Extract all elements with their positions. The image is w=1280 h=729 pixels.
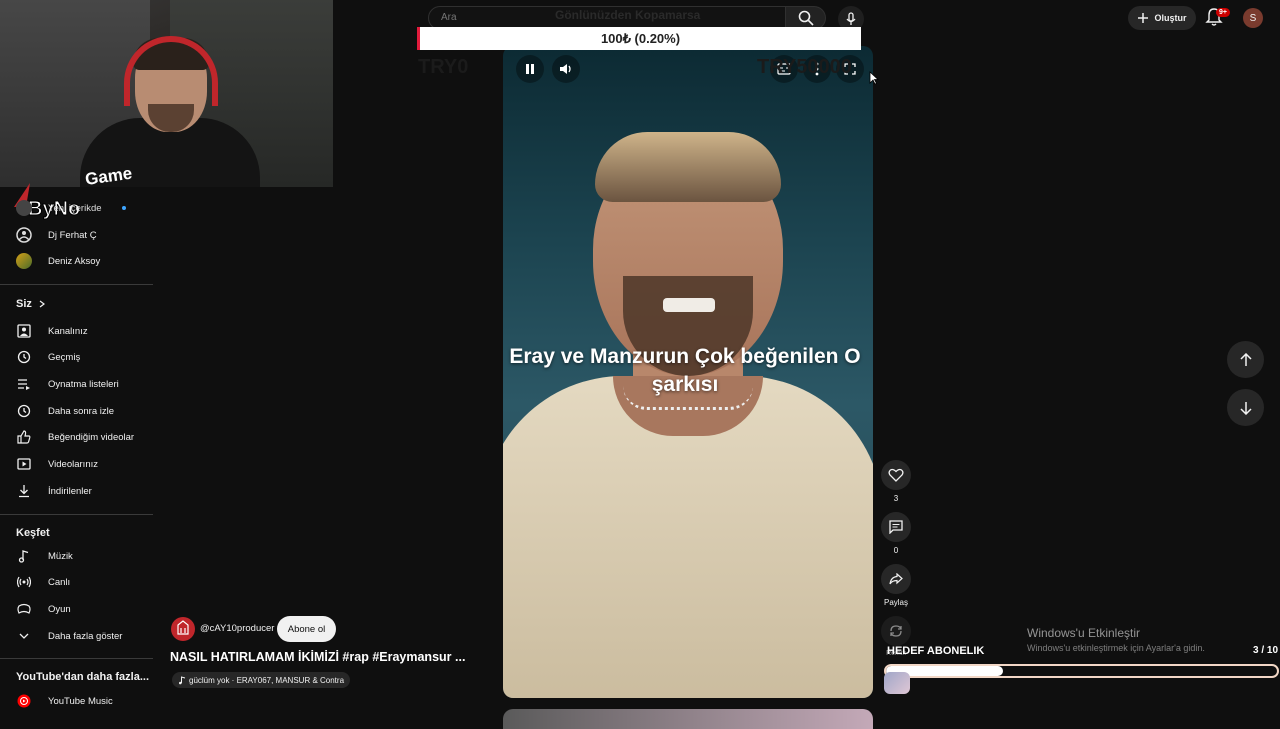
like-button[interactable] [881, 460, 911, 490]
windows-activation-subtitle: Windows'u etkinleştirmek için Ayarlar'a … [1027, 643, 1205, 653]
video-title[interactable]: NASIL HATIRLAMAM İKİMİZİ #rap #Eraymansu… [170, 650, 465, 664]
heart-icon [888, 468, 904, 482]
sidebar-item-gaming[interactable]: Oyun [0, 596, 153, 622]
sidebar-sub-2[interactable]: Deniz Aksoy [0, 248, 153, 274]
comment-count: 0 [893, 546, 899, 555]
section-more-title: YouTube'dan daha fazla... [16, 671, 149, 683]
music-chip[interactable]: güclüm yok · ERAY067, MANSUR & Contra [172, 672, 351, 688]
profile-avatar[interactable]: S [1243, 8, 1263, 28]
donation-current: TRY0 [418, 56, 469, 78]
comment-icon [889, 520, 903, 534]
sidebar-item-history[interactable]: Geçmiş [0, 344, 153, 370]
goal-title: HEDEF ABONELIK [887, 645, 985, 657]
sidebar-sub-1[interactable]: Dj Ferhat Ç [0, 222, 153, 248]
arrow-down-icon [1239, 401, 1252, 415]
history-icon [16, 349, 32, 365]
subscribe-button[interactable]: Abone ol [277, 616, 336, 642]
sidebar-item-playlists[interactable]: Oynatma listeleri [0, 371, 153, 397]
windows-activation-title: Windows'u Etkinleştir [1027, 626, 1140, 640]
volume-button[interactable] [552, 55, 580, 83]
mouse-cursor-icon [869, 71, 879, 85]
playlist-icon [16, 376, 32, 392]
live-icon [16, 574, 32, 590]
sidebar-item-your-channel[interactable]: Kanalınız [0, 318, 153, 344]
sidebar-item-youtube-music[interactable]: YouTube Music [0, 688, 153, 714]
pause-button[interactable] [516, 55, 544, 83]
like-count: 3 [893, 494, 899, 503]
download-icon [16, 483, 32, 499]
sidebar-divider [0, 514, 153, 515]
gaming-icon [16, 601, 32, 617]
channel-avatar[interactable] [171, 617, 195, 641]
donation-target: TRY50000 [757, 56, 852, 78]
goal-progress-bar [884, 664, 1279, 678]
new-content-dot [121, 206, 126, 210]
notification-badge: 9+ [1216, 8, 1230, 17]
svg-text:Game: Game [84, 164, 133, 189]
share-button[interactable] [881, 564, 911, 594]
section-explore-title: Keşfet [16, 527, 50, 539]
sidebar-divider [0, 284, 153, 285]
chevron-right-icon [39, 300, 45, 308]
video-caption: Eray ve Manzurun Çok beğenilen O şarkısı [509, 345, 861, 396]
previous-short-button[interactable] [1227, 341, 1264, 378]
donation-alert: 100₺ (0.20%) [417, 27, 861, 50]
arrow-up-icon [1239, 352, 1252, 366]
sidebar-item-downloads[interactable]: İndirilenler [0, 478, 153, 504]
microphone-icon [846, 12, 856, 25]
video-icon [16, 456, 32, 472]
next-short-thumbnail[interactable] [503, 709, 873, 729]
sidebar-item-your-videos[interactable]: Videolarınız [0, 451, 153, 477]
remix-icon [890, 625, 902, 637]
share-label: Paylaş [883, 598, 908, 607]
channel-icon [16, 323, 32, 339]
music-note-icon [179, 675, 186, 684]
clock-icon [16, 403, 32, 419]
sidebar-item-watch-later[interactable]: Daha sonra izle [0, 398, 153, 424]
goal-count: 3 / 10 [1253, 645, 1279, 656]
next-short-button[interactable] [1227, 389, 1264, 426]
sidebar-sub-0[interactable]: Yeni içerikde [0, 195, 153, 221]
youtube-music-icon [16, 693, 32, 709]
comment-button[interactable] [881, 512, 911, 542]
remix-button[interactable] [881, 616, 911, 646]
thumbs-up-icon [16, 429, 32, 445]
goal-avatar [884, 672, 910, 694]
pause-icon [526, 64, 534, 74]
sidebar-item-live[interactable]: Canlı [0, 569, 153, 595]
channel-handle[interactable]: @cAY10producer [200, 623, 274, 634]
channel-avatar [16, 253, 32, 269]
sidebar-divider [0, 658, 153, 659]
share-icon [889, 573, 903, 585]
search-icon [798, 10, 814, 26]
plus-icon [1138, 13, 1149, 23]
webcam-overlay [0, 0, 333, 187]
sidebar-item-music[interactable]: Müzik [0, 543, 153, 569]
overlay-ghost-title: Gönlünüzden Kopamarsa [555, 8, 701, 22]
section-you-title[interactable]: Siz [16, 298, 46, 310]
sidebar-item-show-more[interactable]: Daha fazla göster [0, 623, 153, 649]
sidebar-item-liked-videos[interactable]: Beğendiğim videolar [0, 424, 153, 450]
music-icon [16, 548, 32, 564]
volume-icon [560, 64, 571, 74]
chevron-down-icon [16, 628, 32, 644]
create-button[interactable]: Oluştur [1128, 6, 1196, 30]
channel-avatar [16, 227, 32, 243]
channel-avatar [16, 200, 32, 216]
